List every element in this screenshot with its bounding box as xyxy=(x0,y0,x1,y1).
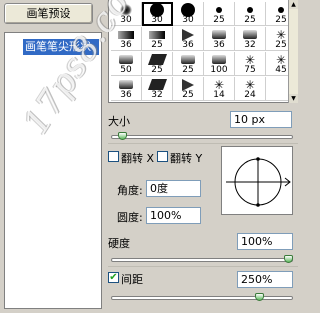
flip-x-label: 翻转 X xyxy=(121,152,155,165)
spacing-slider-thumb[interactable] xyxy=(254,293,264,301)
roundness-label: 圆度: xyxy=(117,211,143,224)
brush-size-label: 36 xyxy=(182,40,194,50)
brush-tip-cell[interactable]: 25 xyxy=(204,2,235,26)
brush-size-label: 14 xyxy=(213,90,225,100)
brush-tip-cell[interactable]: 32 xyxy=(142,77,173,101)
brush-size-label: 100 xyxy=(210,65,228,75)
size-label: 大小 xyxy=(108,115,130,128)
brush-tip-cell[interactable]: 36 xyxy=(111,77,142,101)
scroll-down-icon[interactable]: ▼ xyxy=(289,94,298,103)
hardness-input[interactable]: 100% xyxy=(237,233,293,250)
angle-roundness-dial[interactable] xyxy=(221,146,293,215)
brush-size-label: 32 xyxy=(244,40,256,50)
brush-tip-cell[interactable]: 36 xyxy=(173,27,204,51)
size-slider-thumb[interactable] xyxy=(117,132,127,140)
brush-size-label: 32 xyxy=(151,90,163,100)
brush-presets-button[interactable]: 画笔预设 xyxy=(4,3,93,24)
brush-tip-cell[interactable]: 30 xyxy=(111,2,142,26)
brush-tip-cell[interactable]: 30 xyxy=(173,2,204,26)
flip-y-label: 翻转 Y xyxy=(170,152,203,165)
angle-label: 角度: xyxy=(117,184,143,197)
spacing-slider-track[interactable] xyxy=(111,296,293,300)
brush-size-label: 36 xyxy=(120,40,132,50)
size-slider-track[interactable] xyxy=(111,135,293,139)
brush-size-label: 75 xyxy=(244,65,256,75)
brush-tip-cell[interactable]: 25 xyxy=(142,27,173,51)
brush-size-label: 50 xyxy=(120,65,132,75)
brush-tip-cell[interactable]: 32 xyxy=(235,27,266,51)
brush-size-label: 30 xyxy=(151,15,163,25)
brush-tip-cell[interactable]: 30 xyxy=(142,2,173,26)
hardness-slider-track[interactable] xyxy=(111,258,293,262)
hardness-label: 硬度 xyxy=(108,237,130,250)
angle-input[interactable]: 0度 xyxy=(146,180,201,197)
brush-tip-cell[interactable]: ✳ 75 xyxy=(235,52,266,76)
brush-tip-cell[interactable]: 25 xyxy=(235,2,266,26)
scroll-up-icon[interactable]: ▲ xyxy=(289,0,298,9)
brush-tip-cell[interactable]: 25 xyxy=(173,52,204,76)
brush-tip-cell[interactable]: 25 xyxy=(173,77,204,101)
spacing-label: 间距 xyxy=(121,273,143,286)
brush-size-label: 25 xyxy=(244,15,256,25)
brush-settings-list: 画笔笔尖形状 xyxy=(4,32,102,309)
brush-size-label: 25 xyxy=(151,40,163,50)
brush-size-label: 25 xyxy=(182,65,194,75)
divider xyxy=(108,143,298,144)
divider xyxy=(108,266,298,267)
roundness-input[interactable]: 100% xyxy=(146,207,201,224)
brush-tip-cell[interactable]: 100 xyxy=(204,52,235,76)
brush-tip-shape-item[interactable]: 画笔笔尖形状 xyxy=(23,39,99,55)
crosshair-circle-icon xyxy=(226,157,291,207)
brush-size-label: 24 xyxy=(244,90,256,100)
spacing-checkbox[interactable]: ✔ xyxy=(108,272,119,283)
flip-y-checkbox[interactable] xyxy=(157,151,168,162)
brush-size-label: 36 xyxy=(213,40,225,50)
spacing-input[interactable]: 250% xyxy=(237,271,293,288)
brush-size-label: 25 xyxy=(151,65,163,75)
brush-tip-cell[interactable]: ✳ 14 xyxy=(204,77,235,101)
brush-grid-scrollbar[interactable]: ▲ ▼ xyxy=(288,0,298,103)
brush-tip-cell[interactable]: 50 xyxy=(111,52,142,76)
size-input[interactable]: 10 px xyxy=(230,111,292,128)
brush-size-label: 36 xyxy=(120,90,132,100)
brush-size-label: 30 xyxy=(120,15,132,25)
brush-tip-cell[interactable]: 25 xyxy=(142,52,173,76)
brush-tip-grid: 30 30 30 25 25 25 36 25 36 36 32 ✳ 25 50 25 25 100 ✳ 75 ✳ 45… xyxy=(108,0,298,103)
flip-x-checkbox[interactable] xyxy=(108,151,119,162)
brush-tip-cell[interactable]: ✳ 24 xyxy=(235,77,266,101)
brush-size-label: 25 xyxy=(182,90,194,100)
brush-tip-cell[interactable]: 36 xyxy=(204,27,235,51)
brush-tip-cell[interactable]: 36 xyxy=(111,27,142,51)
brush-size-label: 30 xyxy=(182,15,194,25)
brush-size-label: 25 xyxy=(213,15,225,25)
